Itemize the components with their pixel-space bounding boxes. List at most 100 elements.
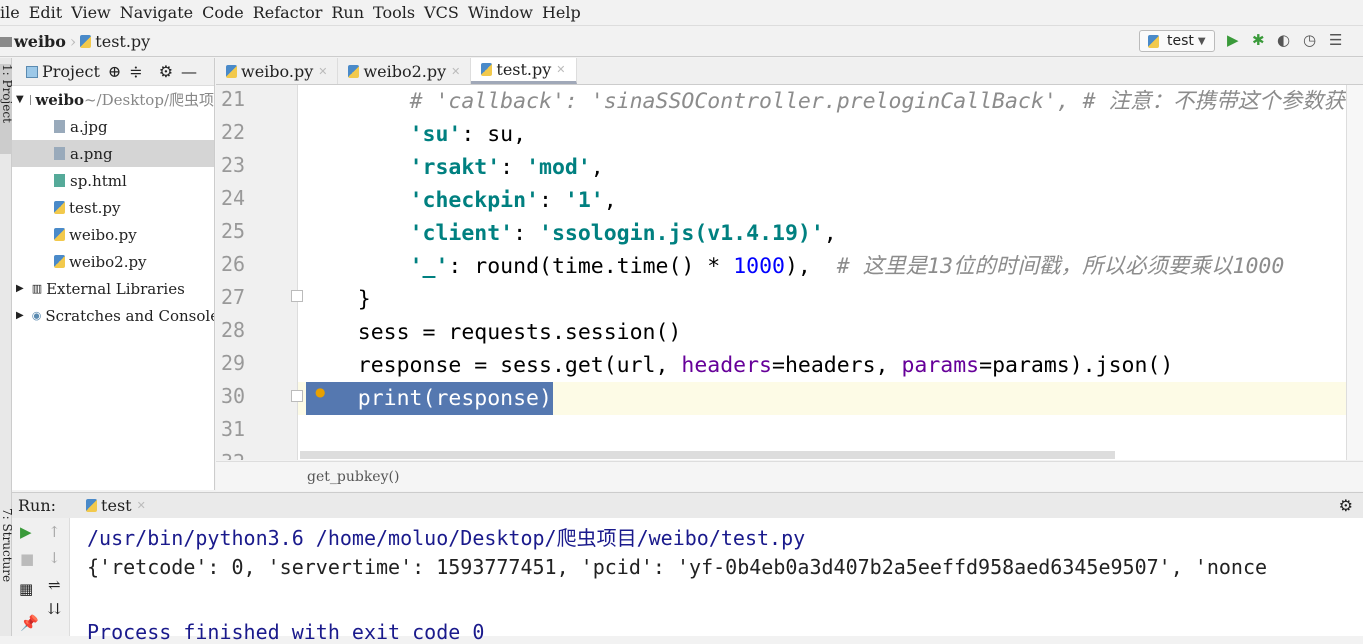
layout-icon[interactable]: ▦ bbox=[19, 580, 33, 598]
tree-item-label: weibo bbox=[35, 90, 84, 109]
gear-icon[interactable]: ⚙ bbox=[1339, 496, 1353, 515]
profile-icon[interactable]: ◷ bbox=[1303, 31, 1316, 49]
line-number: 25 bbox=[221, 219, 246, 243]
tab-label: weibo2.py bbox=[363, 61, 447, 81]
python-file-icon bbox=[226, 64, 237, 78]
menu-file[interactable]: ile bbox=[0, 3, 20, 22]
project-icon bbox=[26, 65, 38, 78]
horizontal-scrollbar[interactable] bbox=[300, 451, 1115, 459]
code-breadcrumb[interactable]: get_pubkey() bbox=[216, 461, 1363, 491]
concurrency-icon[interactable]: ☰ bbox=[1329, 31, 1342, 49]
line-number: 24 bbox=[221, 186, 246, 210]
nav-project[interactable]: weibo bbox=[14, 32, 66, 51]
coverage-icon[interactable]: ◐ bbox=[1277, 31, 1290, 49]
line-number: 31 bbox=[221, 417, 246, 441]
soft-wrap-icon[interactable]: ⇌ bbox=[48, 576, 61, 594]
up-arrow-icon[interactable]: ↑ bbox=[48, 523, 61, 541]
chevron-right-icon: › bbox=[69, 32, 77, 51]
menu-refactor[interactable]: Refactor bbox=[253, 3, 323, 22]
project-panel-header: Project ⊕ ≑ ⚙ — bbox=[12, 58, 214, 86]
expanded-arrow-icon: ▼ bbox=[16, 94, 24, 105]
debug-icon[interactable]: ✱ bbox=[1252, 31, 1265, 49]
menu-run[interactable]: Run bbox=[331, 3, 364, 22]
console-line: /usr/bin/python3.6 /home/moluo/Desktop/爬… bbox=[87, 526, 806, 550]
tab-weibo-py[interactable]: weibo.py ✕ bbox=[216, 58, 339, 84]
tree-item-file[interactable]: weibo.py bbox=[12, 221, 214, 248]
image-file-icon bbox=[54, 147, 65, 160]
tab-test-py[interactable]: test.py ✕ bbox=[471, 58, 577, 84]
collapse-icon[interactable]: ≑ bbox=[129, 62, 142, 81]
code-editor[interactable]: 212223242526272829303132 # 'callback': '… bbox=[216, 85, 1346, 460]
folder-icon bbox=[0, 36, 12, 47]
rerun-icon[interactable]: ▶ bbox=[20, 523, 32, 541]
fold-icon[interactable] bbox=[291, 390, 303, 402]
stop-icon[interactable]: ■ bbox=[20, 550, 34, 568]
menu-window[interactable]: Window bbox=[468, 3, 533, 22]
line-number: 32 bbox=[221, 450, 251, 460]
run-label: Run: bbox=[18, 496, 57, 515]
close-icon[interactable]: ✕ bbox=[318, 65, 327, 78]
library-icon: ▥ bbox=[31, 282, 43, 295]
scratches-icon: ◉ bbox=[31, 309, 42, 322]
locate-icon[interactable]: ⊕ bbox=[108, 62, 121, 81]
run-toolbar: ▶ ■ ▦ 📌 ↑ ↓ ⇌ ⇊ bbox=[12, 518, 70, 636]
tree-item-file[interactable]: test.py bbox=[12, 194, 214, 221]
run-config-label: test bbox=[1167, 33, 1194, 49]
project-panel: Project ⊕ ≑ ⚙ — ▼ weibo ~/Desktop/爬虫项 a.j… bbox=[12, 58, 215, 490]
python-file-icon bbox=[348, 64, 360, 78]
tree-item-label: sp.html bbox=[70, 171, 127, 190]
tree-item-file[interactable]: a.jpg bbox=[12, 113, 214, 140]
run-config-select[interactable]: test ▼ bbox=[1139, 30, 1215, 52]
close-icon[interactable]: ✕ bbox=[556, 63, 565, 76]
tab-weibo2-py[interactable]: weibo2.py ✕ bbox=[338, 58, 472, 84]
image-file-icon bbox=[54, 120, 65, 133]
run-icon[interactable]: ▶ bbox=[1227, 31, 1239, 49]
run-tab[interactable]: test bbox=[101, 496, 132, 515]
tree-item-label: weibo2.py bbox=[69, 252, 147, 271]
collapsed-arrow-icon: ▶ bbox=[16, 310, 24, 321]
close-icon[interactable]: ✕ bbox=[451, 65, 460, 78]
hide-icon[interactable]: — bbox=[181, 62, 197, 81]
tree-item-path: ~/Desktop/爬虫项 bbox=[83, 91, 214, 109]
menu-code[interactable]: Code bbox=[202, 3, 244, 22]
menu-edit[interactable]: Edit bbox=[29, 3, 62, 22]
tree-item-file[interactable]: weibo2.py bbox=[12, 248, 214, 275]
python-icon bbox=[86, 499, 98, 512]
tree-item-external-libraries[interactable]: ▶ ▥ External Libraries bbox=[12, 275, 214, 302]
left-tool-stripe: 1: Project 7: Structure bbox=[0, 58, 14, 636]
line-number: 29 bbox=[221, 351, 246, 375]
tab-label: test.py bbox=[496, 60, 552, 79]
menu-help[interactable]: Help bbox=[542, 3, 581, 22]
collapsed-arrow-icon: ▶ bbox=[16, 283, 24, 294]
vertical-scrollbar[interactable] bbox=[1346, 85, 1363, 460]
line-number: 28 bbox=[221, 318, 246, 342]
menu-navigate[interactable]: Navigate bbox=[120, 3, 193, 22]
close-icon[interactable]: ✕ bbox=[137, 499, 146, 512]
chevron-down-icon: ▼ bbox=[1197, 35, 1206, 47]
folder-icon bbox=[29, 94, 32, 105]
html-file-icon bbox=[54, 174, 65, 187]
menu-vcs[interactable]: VCS bbox=[424, 3, 459, 22]
tree-item-label: a.png bbox=[70, 144, 113, 163]
python-file-icon bbox=[54, 255, 65, 268]
fold-icon[interactable] bbox=[291, 290, 303, 302]
tree-item-weibo[interactable]: ▼ weibo ~/Desktop/爬虫项 bbox=[12, 86, 214, 113]
tree-item-label: Scratches and Consoles bbox=[45, 306, 214, 325]
tree-item-label: weibo.py bbox=[69, 225, 137, 244]
console-output[interactable]: /usr/bin/python3.6 /home/moluo/Desktop/爬… bbox=[70, 518, 1363, 644]
tree-item-file[interactable]: sp.html bbox=[12, 167, 214, 194]
scroll-to-end-icon[interactable]: ⇊ bbox=[48, 600, 61, 618]
line-number: 22 bbox=[221, 120, 246, 144]
down-arrow-icon[interactable]: ↓ bbox=[48, 549, 61, 567]
tree-item-file[interactable]: a.png bbox=[12, 140, 214, 167]
project-view-select[interactable]: Project bbox=[42, 62, 100, 81]
menu-view[interactable]: View bbox=[71, 3, 111, 22]
line-number: 30 bbox=[221, 384, 246, 408]
console-line: {'retcode': 0, 'servertime': 1593777451,… bbox=[87, 555, 1268, 579]
nav-file[interactable]: test.py bbox=[95, 32, 150, 51]
menu-tools[interactable]: Tools bbox=[373, 3, 415, 22]
gear-icon[interactable]: ⚙ bbox=[159, 62, 173, 81]
tree-item-scratches[interactable]: ▶ ◉ Scratches and Consoles bbox=[12, 302, 214, 329]
bulb-icon[interactable]: ● bbox=[315, 385, 325, 399]
pin-icon[interactable]: 📌 bbox=[20, 614, 39, 632]
